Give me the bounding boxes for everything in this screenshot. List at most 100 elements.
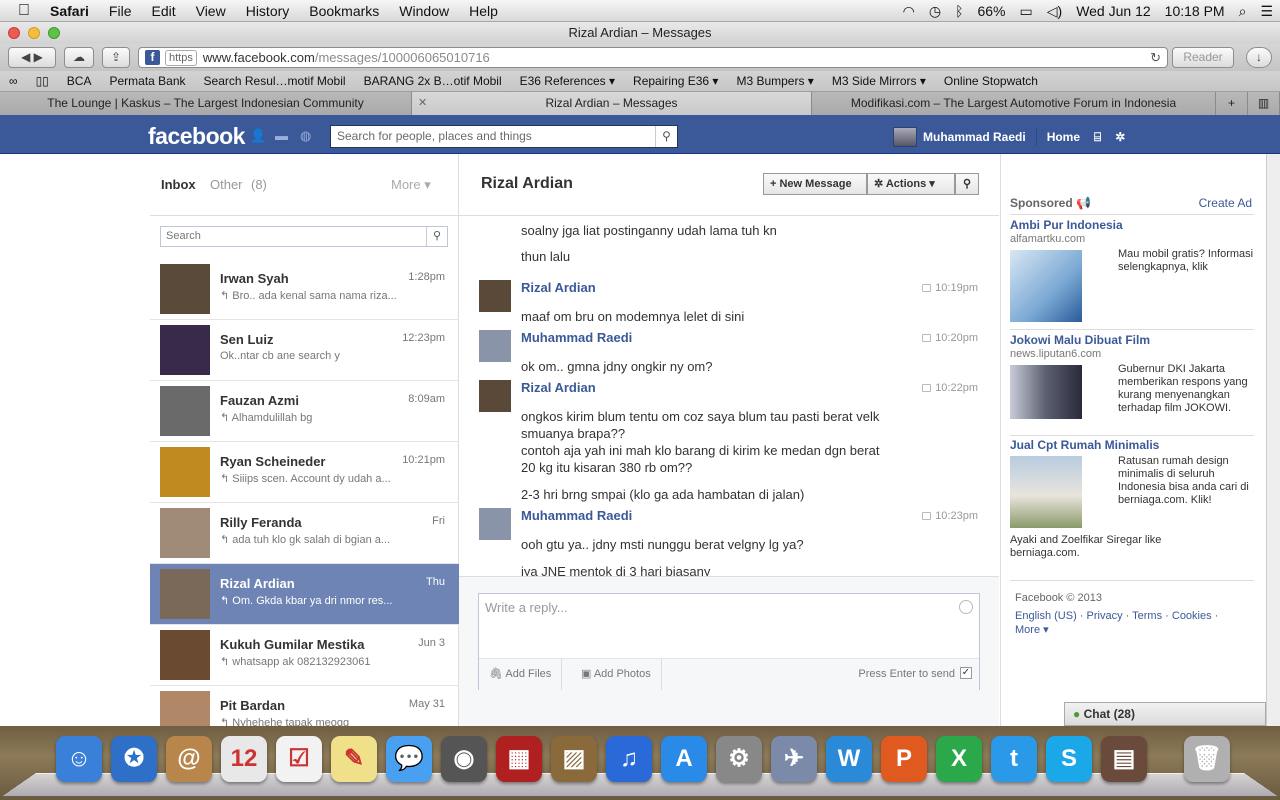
thread-item[interactable]: Kukuh Gumilar Mestika Jun 3 ↰ whatsapp ak … [150, 625, 459, 686]
ical-icon[interactable]: 12 [221, 736, 267, 782]
sender-name[interactable]: Muhammad Raedi [521, 330, 632, 345]
time-machine-icon[interactable]: ◷ [922, 0, 948, 22]
preview-icon[interactable]: ✈ [771, 736, 817, 782]
tab-overview-button[interactable]: ▥ [1248, 92, 1280, 115]
messages-icon[interactable]: ▬ [275, 128, 291, 143]
ad-title[interactable]: Jokowi Malu Dibuat Film [1010, 333, 1254, 347]
add-files-button[interactable]: 🖇 Add Files [479, 659, 563, 690]
notifications-globe-icon[interactable]: ◍ [300, 128, 316, 143]
address-book-icon[interactable]: @ [166, 736, 212, 782]
volume-icon[interactable]: ◁) [1040, 0, 1069, 22]
thread-item[interactable]: Ryan Scheineder 10:21pm ↰ Siiips scen. Acc… [150, 442, 459, 503]
sender-avatar[interactable] [479, 508, 511, 540]
system-preferences-icon[interactable]: ⚙ [716, 736, 762, 782]
app-store-icon[interactable]: A [661, 736, 707, 782]
menu-edit[interactable]: Edit [141, 0, 185, 22]
menu-file[interactable]: File [99, 0, 142, 22]
menu-bookmarks[interactable]: Bookmarks [299, 0, 389, 22]
bookmark-item[interactable]: Permata Bank [100, 74, 194, 88]
menu-view[interactable]: View [186, 0, 236, 22]
powerpoint-icon[interactable]: P [881, 736, 927, 782]
bookmark-folder[interactable]: E36 References ▾ [511, 74, 624, 88]
emoticon-icon[interactable] [959, 600, 973, 614]
document-icon[interactable]: ▤ [1101, 736, 1147, 782]
close-window-button[interactable] [8, 27, 20, 39]
thread-item[interactable]: Fauzan Azmi 8:09am ↰ Alhamdulillah bg [150, 381, 459, 442]
reply-box[interactable]: Write a reply... 🖇 Add Files ▣ Add Photo… [478, 593, 980, 690]
skype-icon[interactable]: S [1046, 736, 1092, 782]
excel-icon[interactable]: X [936, 736, 982, 782]
new-message-button[interactable]: + New Message [763, 173, 867, 195]
itunes-icon[interactable]: ♫ [606, 736, 652, 782]
tab-kaskus[interactable]: The Lounge | Kaskus – The Largest Indone… [0, 92, 412, 115]
close-tab-icon[interactable]: ✕ [418, 92, 427, 114]
bookmark-item[interactable]: Online Stopwatch [935, 74, 1047, 88]
bookmark-item[interactable]: BCA [58, 74, 101, 88]
twitter-icon[interactable]: t [991, 736, 1037, 782]
footer-links[interactable]: English (US) · Privacy · Terms · Cookies… [1015, 609, 1245, 637]
safari-icon[interactable]: ✪ [111, 736, 157, 782]
sender-avatar[interactable] [479, 380, 511, 412]
ad-ambi-pur[interactable]: Ambi Pur Indonesia alfamartku.com Mau mo… [1010, 218, 1254, 328]
reader-button[interactable]: Reader [1172, 47, 1234, 68]
search-icon[interactable]: ⚲ [655, 126, 677, 147]
finder-icon[interactable]: ☺ [56, 736, 102, 782]
tab-inbox[interactable]: Inbox [161, 177, 196, 192]
menu-window[interactable]: Window [389, 0, 459, 22]
bookmarks-book-icon[interactable]: ▯▯ [27, 74, 58, 88]
ad-image[interactable] [1010, 456, 1082, 528]
address-bar[interactable]: f https www.facebook.com/messages/100006… [138, 47, 1168, 68]
stickies-icon[interactable]: ✎ [331, 736, 377, 782]
iphoto-icon[interactable]: ▨ [551, 736, 597, 782]
menu-help[interactable]: Help [459, 0, 508, 22]
battery-status[interactable]: 66% [970, 0, 1012, 22]
search-icon[interactable]: ⚲ [426, 227, 447, 246]
facebook-search-input[interactable]: Search for people, places and things ⚲ [330, 125, 678, 148]
thread-item[interactable]: Sen Luiz 12:23pm Ok..ntar cb ane search y [150, 320, 459, 381]
chat-bar[interactable]: ● Chat (28) [1064, 702, 1266, 726]
menu-clock[interactable]: 10:18 PM [1158, 0, 1232, 22]
ad-title[interactable]: Ambi Pur Indonesia [1010, 218, 1254, 232]
tab-other[interactable]: Other [210, 177, 243, 192]
facetime-icon[interactable]: ◉ [441, 736, 487, 782]
bookmark-folder[interactable]: M3 Side Mirrors ▾ [823, 74, 935, 88]
add-photos-button[interactable]: ▣ Add Photos [571, 659, 662, 690]
spotlight-icon[interactable]: ⌕ [1232, 0, 1254, 22]
ad-jokowi[interactable]: Jokowi Malu Dibuat Film news.liputan6.co… [1010, 333, 1254, 433]
messages-icon[interactable]: 💬 [386, 736, 432, 782]
icloud-tabs-button[interactable]: ☁ [64, 47, 94, 68]
search-conversation-icon[interactable]: ⚲ [955, 173, 979, 195]
home-link[interactable]: Home [1047, 130, 1080, 144]
sender-name[interactable]: Rizal Ardian [521, 280, 596, 295]
battery-icon[interactable]: ▭ [1013, 0, 1040, 22]
notification-icon[interactable]: ☰ [1253, 0, 1280, 22]
sender-name[interactable]: Rizal Ardian [521, 380, 596, 395]
profile-link[interactable]: Muhammad Raedi Home ⌸ ✲ [893, 127, 1125, 147]
menu-app[interactable]: Safari [40, 0, 99, 22]
sender-name[interactable]: Muhammad Raedi [521, 508, 632, 523]
facebook-logo[interactable]: facebook [148, 123, 245, 150]
friend-requests-icon[interactable]: 👤 [250, 128, 266, 143]
apple-icon[interactable]:  [0, 0, 40, 22]
reading-list-icon[interactable]: ∞ [0, 74, 27, 88]
more-dropdown[interactable]: More ▾ [391, 177, 431, 193]
bookmark-folder[interactable]: Repairing E36 ▾ [624, 74, 727, 88]
minimize-window-button[interactable] [28, 27, 40, 39]
reload-icon[interactable]: ↻ [1150, 48, 1161, 67]
ad-rumah[interactable]: Jual Cpt Rumah Minimalis Ratusan rumah d… [1010, 438, 1254, 578]
press-enter-checkbox[interactable]: ✓ [960, 667, 972, 679]
create-ad-link[interactable]: Create Ad [1199, 196, 1252, 210]
ad-image[interactable] [1010, 250, 1082, 322]
zoom-window-button[interactable] [48, 27, 60, 39]
thread-item[interactable]: Irwan Syah 1:28pm ↰ Bro.. ada kenal sama n… [150, 259, 459, 320]
trash-icon[interactable]: 🗑 [1184, 736, 1230, 782]
menu-date[interactable]: Wed Jun 12 [1069, 0, 1157, 22]
bookmark-folder[interactable]: M3 Bumpers ▾ [727, 74, 822, 88]
menu-history[interactable]: History [236, 0, 300, 22]
wifi-icon[interactable]: ◠ [896, 0, 922, 22]
reminders-icon[interactable]: ☑ [276, 736, 322, 782]
settings-gear-icon[interactable]: ✲ [1115, 130, 1125, 144]
sender-avatar[interactable] [479, 330, 511, 362]
privacy-shortcuts-icon[interactable]: ⌸ [1094, 130, 1101, 145]
back-forward-buttons[interactable]: ◀ ▶ [8, 47, 56, 68]
